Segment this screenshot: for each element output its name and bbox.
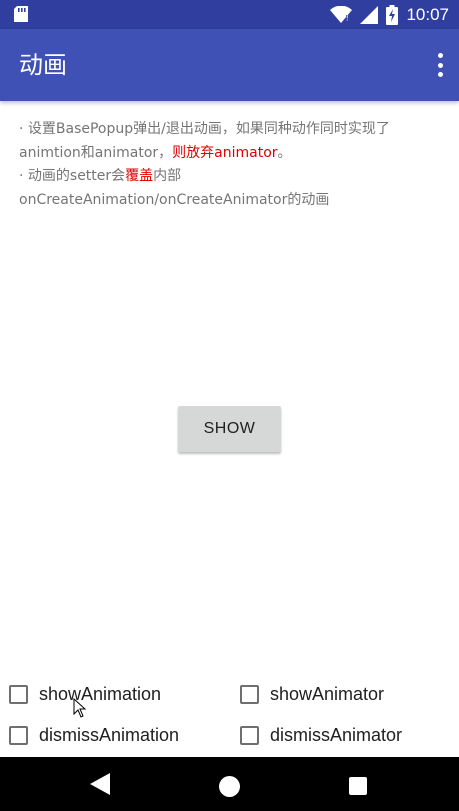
highlight-text: 则放弃animator (172, 144, 278, 161)
page-title: 动画 (19, 51, 67, 79)
highlight-text: 覆盖 (125, 168, 154, 184)
overflow-menu-icon[interactable] (435, 53, 445, 77)
checkbox-show-animator[interactable]: showAnimator (240, 684, 384, 705)
back-icon[interactable] (90, 773, 110, 795)
battery-charging-icon (386, 4, 399, 25)
signal-icon (360, 5, 379, 24)
checkbox-box[interactable] (9, 685, 28, 704)
wifi-icon: ! (330, 5, 353, 23)
status-clock: 10:07 (406, 4, 449, 24)
recents-icon[interactable] (349, 777, 367, 795)
checkbox-box[interactable] (240, 726, 259, 745)
description-line2: · 动画的setter会覆盖内部onCreateAnimation/onCrea… (19, 168, 330, 208)
app-bar: 动画 (0, 29, 459, 101)
navigation-bar (0, 757, 459, 811)
checkbox-label: showAnimator (270, 684, 385, 704)
checkbox-label: dismissAnimator (270, 725, 403, 745)
description-text: · 设置BasePopup弹出/退出动画，如果同种动作同时实现了animtion… (19, 118, 439, 212)
checkbox-label: dismissAnimation (39, 725, 180, 745)
sd-card-icon (14, 6, 28, 22)
checkbox-dismiss-animator[interactable]: dismissAnimator (240, 725, 402, 746)
checkbox-label: showAnimation (39, 684, 162, 704)
show-button[interactable]: SHOW (178, 406, 281, 452)
home-icon[interactable] (219, 776, 240, 797)
status-bar: ! 10:07 (0, 0, 459, 29)
checkbox-box[interactable] (9, 726, 28, 745)
description-line1: · 设置BasePopup弹出/退出动画，如果同种动作同时实现了animtion… (19, 121, 390, 161)
svg-text:!: ! (346, 13, 349, 22)
checkbox-box[interactable] (240, 685, 259, 704)
mouse-cursor-icon (73, 698, 87, 718)
checkbox-dismiss-animation[interactable]: dismissAnimation (9, 725, 179, 746)
